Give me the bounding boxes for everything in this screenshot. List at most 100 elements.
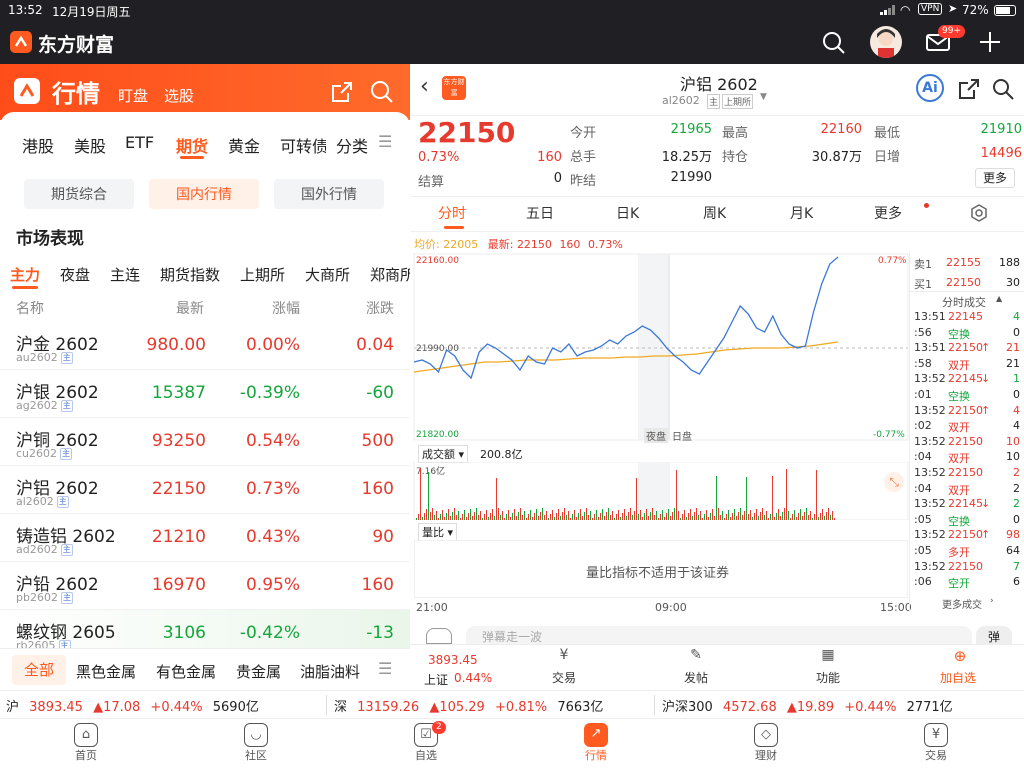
chip-foreign[interactable]: 国外行情	[274, 179, 384, 209]
add-watchlist-action[interactable]: 加自选	[940, 669, 976, 686]
nav-wealth[interactable]: ◇ 理财	[726, 723, 806, 763]
watch-link[interactable]: 盯盘	[118, 85, 148, 106]
trade-row: :01 空换 0	[912, 388, 1024, 404]
subtab-dce[interactable]: 大商所	[305, 264, 350, 285]
tab-futures[interactable]: 期货	[176, 133, 208, 157]
tab-daily[interactable]: 日K	[616, 203, 639, 223]
trade-volume: 2	[1013, 481, 1020, 495]
trades-more-icon[interactable]: ›	[990, 596, 994, 606]
col-chg[interactable]: 涨跌	[366, 298, 396, 318]
add-watchlist-icon[interactable]: ⊕	[946, 647, 974, 667]
volume-select[interactable]: 成交额 ▾	[418, 445, 469, 463]
brand-logo-icon	[14, 78, 40, 104]
tab-category[interactable]: 分类	[336, 133, 368, 157]
col-last[interactable]: 最新	[176, 298, 204, 318]
settings-icon[interactable]	[970, 204, 988, 222]
nav-market[interactable]: ↗ 行情	[556, 723, 636, 763]
expand-icon[interactable]: ⤡	[884, 472, 904, 492]
trades-collapse-icon[interactable]: ▲	[996, 294, 1002, 303]
col-name[interactable]: 名称	[16, 298, 44, 318]
keyboard-icon[interactable]	[426, 628, 452, 644]
search-icon[interactable]	[822, 31, 846, 55]
cat-precious[interactable]: 贵金属	[236, 661, 281, 682]
chip-futures-overview[interactable]: 期货综合	[24, 179, 134, 209]
ai-icon[interactable]: Ai	[916, 74, 944, 102]
table-row[interactable]: 沪银 2602 ag2602 主 15387 -0.39% -60	[0, 370, 410, 418]
table-row[interactable]: 铸造铝 2602 ad2602 主 21210 0.43% 90	[0, 514, 410, 562]
tab-5day[interactable]: 五日	[526, 203, 554, 223]
trade-icon[interactable]: ¥	[550, 647, 578, 667]
trade-row: :04 双开 10	[912, 450, 1024, 466]
ticker-item[interactable]: 沪深300 4572.68 ▲19.89 +0.44% 2771亿	[662, 696, 982, 715]
volume-bar	[506, 514, 507, 520]
subtab-continuous[interactable]: 主连	[110, 264, 140, 285]
ratio-select[interactable]: 量比 ▾	[418, 523, 458, 541]
nav-trade[interactable]: ¥ 交易	[896, 723, 976, 763]
volume-bar	[780, 516, 781, 520]
trade-row: :02 双开 4	[912, 419, 1024, 435]
table-row[interactable]: 沪铜 2602 cu2602 主 93250 0.54% 500	[0, 418, 410, 466]
ticker-divider	[654, 695, 655, 715]
ticker-item[interactable]: 沪 3893.45 ▲17.08 +0.44% 5690亿	[6, 696, 326, 715]
row-last: 3106	[162, 623, 206, 643]
ticker-item[interactable]: 深 13159.26 ▲105.29 +0.81% 7663亿	[334, 696, 654, 715]
avatar[interactable]	[870, 26, 902, 58]
market-search-icon[interactable]	[370, 80, 394, 104]
col-pct[interactable]: 涨幅	[272, 298, 300, 318]
tab-etf[interactable]: ETF	[125, 133, 154, 152]
cat-all[interactable]: 全部	[12, 655, 66, 685]
tab-convertible[interactable]: 可转债	[280, 133, 326, 157]
trade-price: 双开	[948, 483, 970, 497]
menu-icon[interactable]: ☰	[378, 132, 392, 151]
post-action[interactable]: 发帖	[684, 669, 708, 686]
function-action[interactable]: 功能	[816, 669, 840, 686]
back-icon[interactable]: ‹	[420, 74, 429, 99]
nav-home[interactable]: ⌂ 首页	[46, 723, 126, 763]
volume-bar	[452, 512, 453, 520]
nav-community[interactable]: ◡ 社区	[216, 723, 296, 763]
comment-input[interactable]: 弹幕走一波	[466, 626, 972, 644]
cat-nonferrous[interactable]: 有色金属	[156, 661, 216, 682]
subtab-main[interactable]: 主力	[10, 264, 40, 285]
subtab-night[interactable]: 夜盘	[60, 264, 90, 285]
trades-more[interactable]: 更多成交	[942, 596, 982, 611]
tab-monthly[interactable]: 月K	[790, 203, 813, 223]
nav-watchlist[interactable]: ☑ 自选	[386, 723, 466, 763]
function-icon[interactable]: ▦	[814, 647, 842, 667]
cat-menu-icon[interactable]: ☰	[378, 659, 392, 678]
subtab-czce[interactable]: 郑商所	[370, 264, 410, 285]
row-code: au2602	[16, 351, 58, 364]
settle-value: 0	[553, 171, 562, 186]
tab-us[interactable]: 美股	[74, 133, 106, 157]
danmaku-button[interactable]: 弹	[976, 626, 1012, 644]
subtab-shfe[interactable]: 上期所	[240, 264, 285, 285]
trade-price: 双开	[948, 421, 970, 435]
detail-share-icon[interactable]	[958, 78, 980, 100]
detail-search-icon[interactable]	[992, 78, 1014, 100]
table-row[interactable]: 沪铅 2602 pb2602 主 16970 0.95% 160	[0, 562, 410, 610]
trade-row: 13:52 22150 2	[912, 466, 1024, 482]
cat-ferrous[interactable]: 黑色金属	[76, 661, 136, 682]
add-icon[interactable]	[978, 30, 1002, 54]
subtab-index[interactable]: 期货指数	[160, 264, 220, 285]
trade-action[interactable]: 交易	[552, 669, 576, 686]
more-button[interactable]: 更多	[975, 168, 1015, 188]
ticker-chg: 19.89	[796, 700, 835, 715]
table-row[interactable]: 沪金 2602 au2602 主 980.00 0.00% 0.04	[0, 322, 410, 370]
volume-bar	[732, 513, 733, 520]
volume-bar	[556, 513, 557, 520]
intraday-chart[interactable]	[410, 252, 910, 442]
table-row[interactable]: 沪铝 2602 al2602 主 22150 0.73% 160	[0, 466, 410, 514]
tab-more[interactable]: 更多	[874, 203, 902, 223]
tab-weekly[interactable]: 周K	[703, 203, 726, 223]
dropdown-icon[interactable]: ▼	[760, 92, 767, 102]
chip-domestic[interactable]: 国内行情	[149, 179, 259, 209]
tab-hk[interactable]: 港股	[22, 133, 54, 157]
volume-bar	[782, 512, 783, 520]
post-icon[interactable]: ✎	[682, 647, 710, 667]
tab-intraday[interactable]: 分时	[438, 203, 466, 223]
tab-gold[interactable]: 黄金	[228, 133, 260, 157]
share-icon[interactable]	[330, 80, 354, 104]
cat-oils[interactable]: 油脂油料	[300, 661, 360, 682]
stock-picker-link[interactable]: 选股	[164, 85, 194, 106]
